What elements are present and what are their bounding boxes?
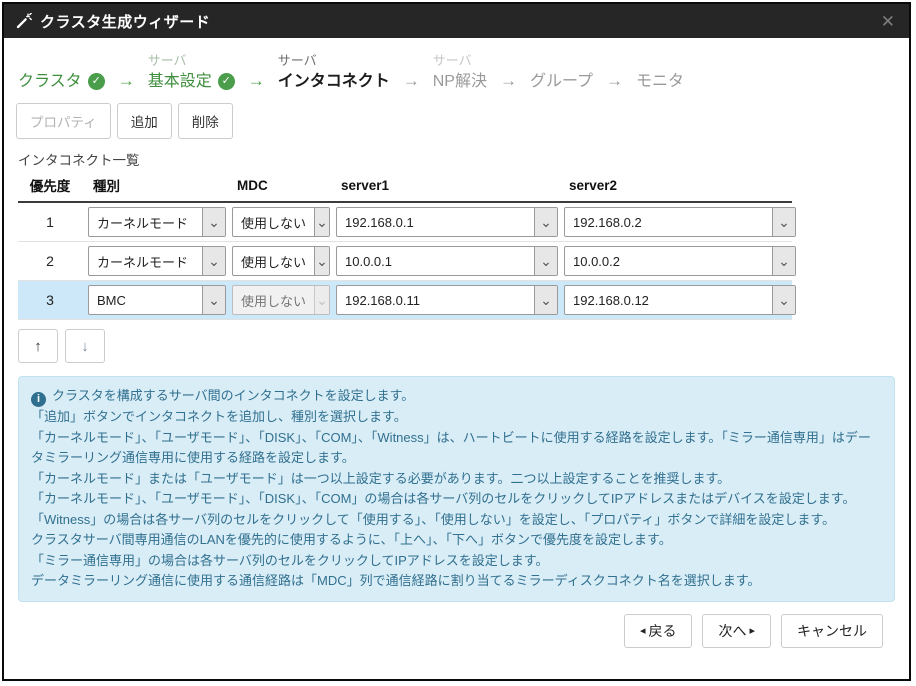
chevron-down-icon: ⌄ — [772, 286, 795, 314]
step-np-resolution: サーバ NP解決 — [433, 51, 487, 93]
step-sub-label: サーバ — [433, 51, 472, 70]
chevron-down-icon: ⌄ — [772, 208, 795, 236]
type-select[interactable]: カーネルモード⌄ — [88, 246, 226, 276]
toolbar: プロパティ 追加 削除 — [16, 103, 897, 139]
server1-select[interactable]: 10.0.0.1⌄ — [336, 246, 558, 276]
chevron-down-icon: ⌄ — [202, 247, 225, 275]
arrow-icon: → — [248, 69, 265, 93]
chevron-down-icon: ⌄ — [534, 208, 557, 236]
chevron-down-icon: ⌄ — [772, 247, 795, 275]
cancel-button[interactable]: キャンセル — [781, 614, 883, 648]
info-line: 「ミラー通信専用」の場合は各サーバ列のセルをクリックしてIPアドレスを設定します… — [31, 551, 882, 572]
table-row[interactable]: 1 カーネルモード⌄ 使用しない⌄ 192.168.0.1⌄ 192.168.0… — [18, 203, 792, 242]
chevron-down-icon: ⌄ — [534, 286, 557, 314]
step-monitor: モニタ — [636, 51, 684, 93]
server2-select[interactable]: 192.168.0.12⌄ — [564, 285, 796, 315]
type-select[interactable]: BMC⌄ — [88, 285, 226, 315]
arrow-up-icon: ↑ — [34, 338, 42, 355]
type-select[interactable]: カーネルモード⌄ — [88, 207, 226, 237]
header-type: 種別 — [88, 175, 226, 195]
interconnect-list-caption: インタコネクト一覧 — [18, 149, 897, 169]
check-icon: ✓ — [218, 73, 235, 90]
server2-select[interactable]: 192.168.0.2⌄ — [564, 207, 796, 237]
mdc-select[interactable]: 使用しない⌄ — [232, 246, 330, 276]
next-button[interactable]: 次へ▸ — [702, 614, 771, 648]
info-line: 「カーネルモード」または「ユーザモード」は一つ以上設定する必要があります。二つ以… — [31, 469, 882, 490]
header-mdc: MDC — [232, 178, 330, 193]
info-line: 「カーネルモード」、「ユーザモード」、「DISK」、「COM」、「Witness… — [31, 428, 882, 469]
interconnect-table: 優先度 種別 MDC server1 server2 1 カーネルモード⌄ 使用… — [18, 175, 792, 320]
add-button[interactable]: 追加 — [117, 103, 172, 139]
next-arrow-icon: ▸ — [749, 624, 755, 637]
move-down-button[interactable]: ↓ — [65, 329, 105, 363]
title-bar: クラスタ生成ウィザード ✕ — [4, 4, 909, 38]
priority-move-buttons: ↑ ↓ — [18, 329, 897, 363]
footer-buttons: ◂戻る 次へ▸ キャンセル — [16, 614, 883, 648]
check-icon: ✓ — [88, 73, 105, 90]
arrow-down-icon: ↓ — [81, 338, 89, 355]
step-basic-settings: サーバ 基本設定✓ — [148, 51, 235, 93]
server1-select[interactable]: 192.168.0.1⌄ — [336, 207, 558, 237]
wizard-steps: クラスタ✓ → サーバ 基本設定✓ → サーバ インタコネクト → サーバ NP… — [18, 50, 895, 93]
info-line: 「カーネルモード」、「ユーザモード」、「DISK」、「COM」の場合は各サーバ列… — [31, 489, 882, 510]
mdc-select: 使用しない⌄ — [232, 285, 330, 315]
table-row-selected[interactable]: 3 BMC⌄ 使用しない⌄ 192.168.0.11⌄ 192.168.0.12… — [18, 281, 792, 320]
table-header-row: 優先度 種別 MDC server1 server2 — [18, 175, 792, 203]
property-button[interactable]: プロパティ — [16, 103, 111, 139]
info-line: クラスタを構成するサーバ間のインタコネクトを設定します。 — [52, 388, 414, 403]
move-up-button[interactable]: ↑ — [18, 329, 58, 363]
info-line: データミラーリング通信に使用する通信経路は「MDC」列で通信経路に割り当てるミラ… — [31, 571, 882, 592]
table-row[interactable]: 2 カーネルモード⌄ 使用しない⌄ 10.0.0.1⌄ 10.0.0.2⌄ — [18, 242, 792, 281]
arrow-icon: → — [606, 69, 623, 93]
wizard-dialog: クラスタ生成ウィザード ✕ クラスタ✓ → サーバ 基本設定✓ → サーバ イン… — [2, 2, 911, 681]
info-icon: i — [31, 392, 46, 407]
step-group: グループ — [530, 51, 593, 93]
info-line: クラスタサーバ間専用通信のLANを優先的に使用するように、「上へ」、「下へ」ボタ… — [31, 530, 882, 551]
back-button[interactable]: ◂戻る — [624, 614, 693, 648]
arrow-icon: → — [500, 69, 517, 93]
back-arrow-icon: ◂ — [640, 624, 646, 637]
info-panel: i クラスタを構成するサーバ間のインタコネクトを設定します。 「追加」ボタンでイン… — [18, 376, 895, 602]
step-interconnect: サーバ インタコネクト — [278, 51, 390, 93]
priority-value: 3 — [18, 292, 82, 308]
chevron-down-icon: ⌄ — [314, 286, 329, 314]
priority-value: 1 — [18, 214, 82, 230]
dialog-content: クラスタ✓ → サーバ 基本設定✓ → サーバ インタコネクト → サーバ NP… — [4, 38, 909, 648]
wand-icon — [16, 13, 32, 29]
chevron-down-icon: ⌄ — [534, 247, 557, 275]
step-sub-label: サーバ — [148, 51, 187, 70]
chevron-down-icon: ⌄ — [314, 247, 329, 275]
server1-select[interactable]: 192.168.0.11⌄ — [336, 285, 558, 315]
chevron-down-icon: ⌄ — [202, 286, 225, 314]
header-server1: server1 — [336, 178, 558, 193]
info-line: 「Witness」の場合は各サーバ列のセルをクリックして「使用する」、「使用しな… — [31, 510, 882, 531]
mdc-select[interactable]: 使用しない⌄ — [232, 207, 330, 237]
chevron-down-icon: ⌄ — [314, 208, 329, 236]
dialog-title: クラスタ生成ウィザード — [40, 11, 210, 32]
header-server2: server2 — [564, 178, 796, 193]
chevron-down-icon: ⌄ — [202, 208, 225, 236]
arrow-icon: → — [118, 69, 135, 93]
arrow-icon: → — [403, 69, 420, 93]
server2-select[interactable]: 10.0.0.2⌄ — [564, 246, 796, 276]
step-cluster: クラスタ✓ — [18, 51, 105, 93]
delete-button[interactable]: 削除 — [178, 103, 233, 139]
close-icon[interactable]: ✕ — [881, 13, 895, 30]
info-line: 「追加」ボタンでインタコネクトを追加し、種別を選択します。 — [31, 407, 882, 428]
priority-value: 2 — [18, 253, 82, 269]
step-sub-label: サーバ — [278, 51, 317, 70]
header-priority: 優先度 — [18, 175, 82, 195]
